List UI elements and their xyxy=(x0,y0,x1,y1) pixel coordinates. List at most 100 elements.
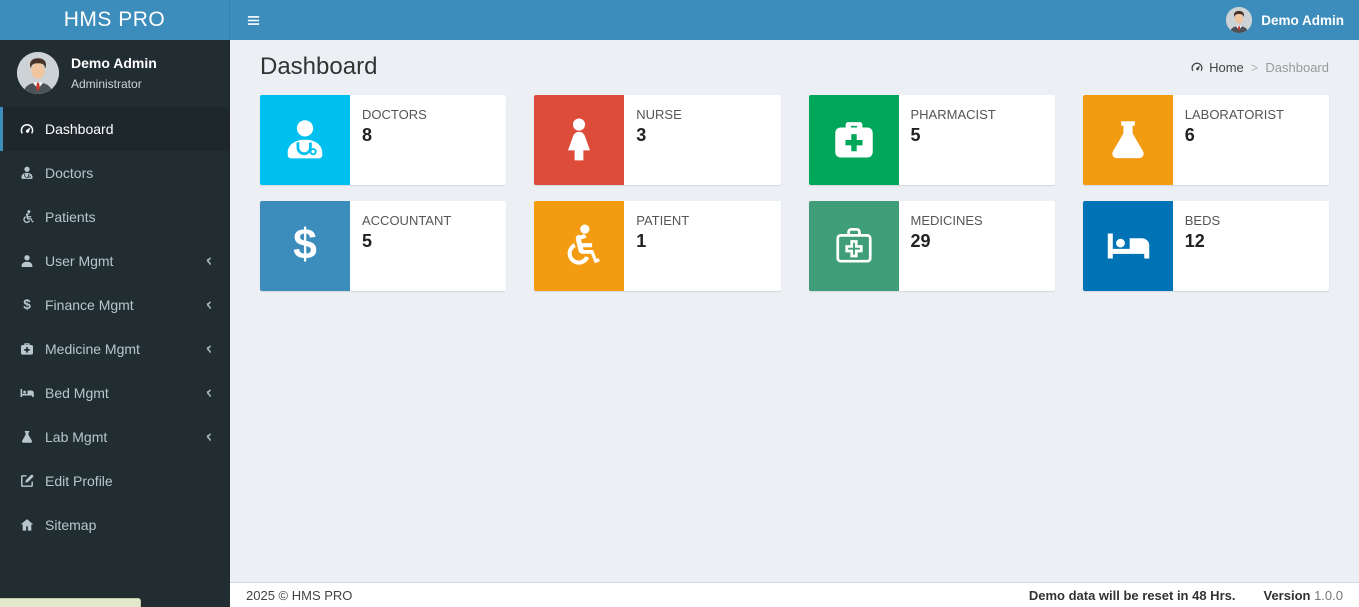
sidebar-item-doctors[interactable]: Doctors xyxy=(0,151,230,195)
chevron-left-icon xyxy=(203,343,215,355)
doctor-icon xyxy=(260,95,350,185)
stat-card-accountant[interactable]: $ ACCOUNTANT 5 xyxy=(260,201,507,291)
main-column: Demo Admin Dashboard Home > Dashboard DO… xyxy=(230,0,1359,607)
page-title: Dashboard xyxy=(260,53,378,80)
sidebar-item-label: Edit Profile xyxy=(45,473,113,489)
stat-card-body: PATIENT 1 xyxy=(624,201,701,291)
chevron-left-icon xyxy=(203,299,215,311)
chevron-left-icon xyxy=(203,431,215,443)
chevron-left-icon xyxy=(203,255,215,267)
top-header: Demo Admin xyxy=(230,0,1359,40)
footer-right: Demo data will be reset in 48 Hrs. Versi… xyxy=(1029,588,1343,603)
stat-card-value: 6 xyxy=(1184,125,1195,145)
stat-card-body: MEDICINES 29 xyxy=(899,201,995,291)
stat-card-label: LABORATORIST xyxy=(1184,107,1284,122)
sidebar-item-label: Finance Mgmt xyxy=(45,297,134,313)
wheelchair-icon xyxy=(19,209,35,225)
breadcrumb-home-link[interactable]: Home xyxy=(1190,60,1244,75)
stat-card-value: 1 xyxy=(636,231,647,251)
stat-card-pharmacist[interactable]: PHARMACIST 5 xyxy=(808,95,1055,185)
svg-text:$: $ xyxy=(293,221,317,269)
footer-version: Version 1.0.0 xyxy=(1263,587,1343,603)
user-menu[interactable]: Demo Admin xyxy=(1211,0,1359,40)
stat-card-value: 5 xyxy=(362,231,373,251)
user-icon xyxy=(19,253,35,269)
stat-card-label: BEDS xyxy=(1184,213,1221,228)
sidebar-item-edit-profile[interactable]: Edit Profile xyxy=(0,459,230,503)
sidebar-item-sitemap[interactable]: Sitemap xyxy=(0,503,230,547)
dollar-icon: $ xyxy=(19,297,35,313)
footer-demo-notice: Demo data will be reset in 48 Hrs. xyxy=(1028,587,1236,603)
sidebar-toggle-button[interactable] xyxy=(230,0,277,40)
sidebar-item-label: Lab Mgmt xyxy=(45,429,108,445)
footer-copyright: 2025 © HMS PRO xyxy=(246,587,353,603)
sidebar-item-label: Bed Mgmt xyxy=(45,385,109,401)
svg-text:$: $ xyxy=(23,297,31,312)
stat-card-beds[interactable]: BEDS 12 xyxy=(1082,201,1329,291)
stat-card-body: LABORATORIST 6 xyxy=(1173,95,1296,185)
stat-card-body: BEDS 12 xyxy=(1173,201,1232,291)
profile-role: Administrator xyxy=(71,77,142,91)
user-menu-label: Demo Admin xyxy=(1261,12,1344,28)
sidebar-item-label: Patients xyxy=(45,209,96,225)
dashboard-icon xyxy=(1190,60,1204,74)
medkit-icon xyxy=(808,95,899,185)
bed-icon xyxy=(1082,201,1173,291)
stat-card-label: PHARMACIST xyxy=(910,107,996,122)
stat-card-value: 29 xyxy=(910,231,931,251)
app-root: HMS PRO Demo Admin Administrator Dashboa… xyxy=(0,0,1359,607)
bed-icon xyxy=(19,385,35,401)
stat-card-body: DOCTORS 8 xyxy=(350,95,439,185)
breadcrumb-home-label: Home xyxy=(1209,59,1244,75)
sidebar-item-dashboard[interactable]: Dashboard xyxy=(0,107,230,151)
sidebar-menu: Dashboard Doctors Patients User Mgmt $ Financ… xyxy=(0,107,230,547)
sidebar-item-medicine-mgmt[interactable]: Medicine Mgmt xyxy=(0,327,230,371)
breadcrumb-separator: > xyxy=(1250,59,1259,75)
brand-logo[interactable]: HMS PRO xyxy=(0,0,230,40)
sidebar-item-label: Sitemap xyxy=(45,517,97,533)
sidebar-item-bed-mgmt[interactable]: Bed Mgmt xyxy=(0,371,230,415)
doctor-icon xyxy=(19,165,35,181)
profile-name: Demo Admin xyxy=(71,55,157,71)
stat-card-medicines[interactable]: MEDICINES 29 xyxy=(808,201,1055,291)
sidebar-item-finance-mgmt[interactable]: $ Finance Mgmt xyxy=(0,283,230,327)
stat-card-laboratorist[interactable]: LABORATORIST 6 xyxy=(1082,95,1329,185)
stat-card-body: PHARMACIST 5 xyxy=(899,95,1008,185)
stat-card-label: DOCTORS xyxy=(362,107,427,122)
chevron-left-icon xyxy=(203,387,215,399)
sidebar-profile-text: Demo Admin Administrator xyxy=(71,55,157,91)
home-icon xyxy=(19,517,35,533)
sidebar-item-patients[interactable]: Patients xyxy=(0,195,230,239)
stat-card-value: 5 xyxy=(910,125,921,145)
stat-card-value: 12 xyxy=(1184,231,1205,251)
stat-card-body: ACCOUNTANT 5 xyxy=(350,201,463,291)
sidebar-item-lab-mgmt[interactable]: Lab Mgmt xyxy=(0,415,230,459)
stat-card-label: MEDICINES xyxy=(910,213,983,228)
stat-card-value: 3 xyxy=(636,125,647,145)
sidebar-profile: Demo Admin Administrator xyxy=(0,40,230,107)
link-status-tooltip xyxy=(0,598,141,607)
stat-cards-grid: DOCTORS 8 NURSE 3 PHARMACIST 5 LABORATORIST 6 $ A… xyxy=(230,93,1359,293)
user-avatar xyxy=(17,52,59,94)
sidebar: HMS PRO Demo Admin Administrator Dashboa… xyxy=(0,0,230,607)
footer: 2025 © HMS PRO Demo data will be reset i… xyxy=(230,582,1359,607)
content-header: Dashboard Home > Dashboard xyxy=(230,40,1359,93)
wheelchair-icon xyxy=(534,201,625,291)
sidebar-item-user-mgmt[interactable]: User Mgmt xyxy=(0,239,230,283)
edit-icon xyxy=(19,473,35,489)
sidebar-item-label: Dashboard xyxy=(45,121,114,137)
stat-card-doctors[interactable]: DOCTORS 8 xyxy=(260,95,507,185)
breadcrumb: Home > Dashboard xyxy=(1190,60,1329,75)
flask-icon xyxy=(1082,95,1173,185)
stat-card-label: NURSE xyxy=(636,107,682,122)
sidebar-item-label: Medicine Mgmt xyxy=(45,341,140,357)
bars-icon xyxy=(246,13,261,28)
female-icon xyxy=(534,95,625,185)
dashboard-icon xyxy=(19,121,35,137)
flask-icon xyxy=(19,429,35,445)
brand-title: HMS PRO xyxy=(63,8,166,31)
sidebar-item-label: Doctors xyxy=(45,165,94,181)
stat-card-patient[interactable]: PATIENT 1 xyxy=(534,201,781,291)
stat-card-nurse[interactable]: NURSE 3 xyxy=(534,95,781,185)
stat-card-value: 8 xyxy=(362,125,373,145)
